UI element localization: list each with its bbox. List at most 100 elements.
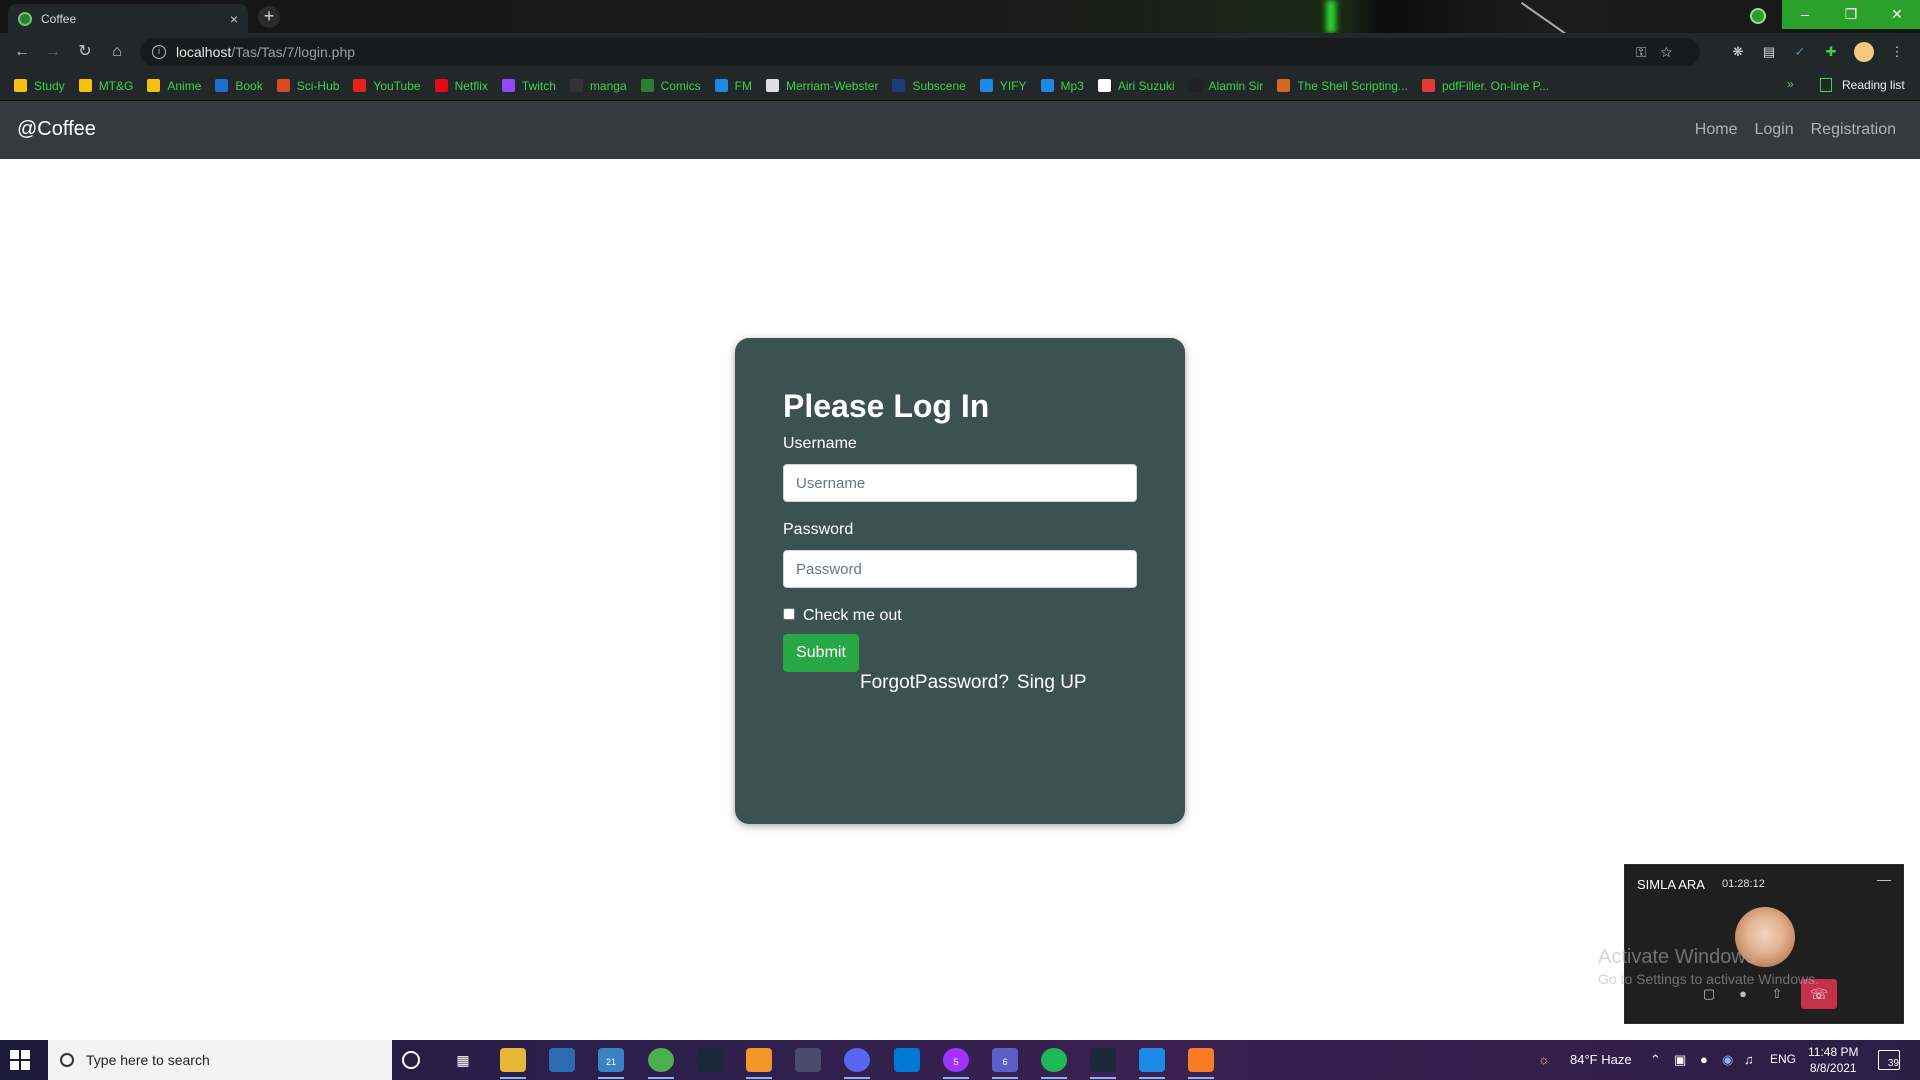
extension-card-icon[interactable]: ▤ — [1759, 42, 1779, 62]
browser-tab[interactable]: Coffee × — [8, 4, 248, 33]
nav-links: Home Login Registration — [1678, 121, 1896, 139]
profile-avatar[interactable] — [1854, 42, 1874, 62]
vpn-tray-icon[interactable]: ◉ — [1722, 1052, 1733, 1068]
spotify-icon[interactable] — [1041, 1048, 1067, 1079]
submit-button[interactable]: Submit — [783, 634, 859, 672]
bookmark-label: Mp3 — [1060, 78, 1084, 93]
forgot-password-link[interactable]: ForgotPassword? — [860, 672, 1009, 693]
messenger-icon[interactable]: 5 — [943, 1048, 969, 1079]
bookmark-netflix[interactable]: Netflix — [434, 79, 488, 93]
cortana-icon[interactable] — [402, 1051, 420, 1069]
sublime-text-icon[interactable] — [746, 1048, 772, 1079]
bookmark-mtg[interactable]: MT&G — [78, 79, 133, 93]
virtualbox-icon[interactable] — [795, 1048, 821, 1072]
window-minimize-button[interactable]: – — [1782, 0, 1828, 29]
check-me-out-checkbox[interactable] — [783, 608, 795, 620]
bookmark-twitch[interactable]: Twitch — [501, 79, 556, 93]
reload-icon[interactable]: ↻ — [75, 42, 95, 62]
tab-title: Coffee — [41, 11, 77, 26]
system-clock[interactable]: 11:48 PM 8/8/2021 — [1808, 1044, 1858, 1076]
nav-registration[interactable]: Registration — [1811, 121, 1896, 139]
site-info-icon[interactable]: i — [152, 45, 166, 59]
nav-home[interactable]: Home — [1695, 121, 1738, 139]
steam-icon[interactable] — [697, 1048, 723, 1072]
browser-menu-icon[interactable]: ⋮ — [1887, 42, 1907, 62]
home-icon[interactable]: ⌂ — [107, 42, 127, 62]
notification-center-icon[interactable]: 39 — [1878, 1050, 1900, 1070]
mail-icon[interactable]: 21 — [598, 1048, 624, 1079]
vpn-extension-icon[interactable] — [1750, 8, 1766, 24]
steam-client-icon[interactable] — [1090, 1048, 1116, 1079]
network-icon[interactable]: ▣ — [1674, 1052, 1686, 1068]
check-me-out-label[interactable]: Check me out — [803, 607, 902, 625]
taskbar-search-box[interactable]: Type here to search — [48, 1040, 392, 1080]
extension-brain-icon[interactable]: ❋ — [1728, 42, 1748, 62]
bookmark-study[interactable]: Study — [14, 79, 65, 93]
play-icon — [714, 79, 728, 92]
omnibox-key-star-icons[interactable]: ⚿☆ — [1636, 44, 1686, 61]
address-bar[interactable]: i localhost/Tas/Tas/7/login.php ⚿☆ — [140, 38, 1700, 66]
bookmarks-overflow-icon[interactable]: » — [1787, 77, 1794, 91]
bookmark-anime[interactable]: Anime — [147, 79, 201, 93]
username-input[interactable] — [783, 464, 1137, 502]
microsoft-store-icon[interactable] — [549, 1048, 575, 1072]
bookmark-airi-suzuki[interactable]: Airi Suzuki — [1097, 79, 1175, 93]
activate-windows-watermark: Activate Windows Go to Settings to activ… — [1598, 946, 1819, 987]
bookmark-scihub[interactable]: Sci-Hub — [276, 79, 339, 93]
tray-chevron-icon[interactable]: ⌃ — [1650, 1052, 1661, 1068]
window-restore-button[interactable]: ❐ — [1828, 0, 1874, 29]
password-input[interactable] — [783, 550, 1137, 588]
username-label: Username — [783, 435, 857, 452]
bookmarks-bar: Study MT&G Anime Book Sci-Hub YouTube Ne… — [0, 71, 1920, 101]
bookmark-yify[interactable]: YIFY — [979, 79, 1027, 93]
vscode-icon[interactable] — [1139, 1048, 1165, 1079]
bookmark-label: manga — [589, 78, 627, 93]
folder-icon — [14, 79, 27, 92]
window-close-button[interactable]: ✕ — [1874, 0, 1920, 29]
windows-taskbar: Type here to search ▦ 21 5 6 ☼ 84°F Haze… — [0, 1040, 1920, 1080]
task-view-icon[interactable]: ▦ — [450, 1048, 476, 1072]
bookmark-merriam-webster[interactable]: Merriam-Webster — [765, 79, 878, 93]
onedrive-icon[interactable] — [894, 1048, 920, 1072]
bookmark-shell-scripting[interactable]: The Shell Scripting... — [1277, 79, 1408, 93]
back-arrow-icon[interactable]: ← — [12, 42, 32, 62]
tab-close-icon[interactable]: × — [230, 11, 238, 27]
bookmark-fm[interactable]: FM — [714, 79, 752, 93]
merriam-webster-icon — [765, 79, 779, 92]
bookmark-comics[interactable]: Comics — [640, 79, 701, 93]
volume-icon[interactable]: ♫ — [1744, 1052, 1754, 1067]
weather-icon[interactable]: ☼ — [1538, 1052, 1550, 1067]
brand-link[interactable]: @Coffee — [17, 118, 96, 141]
bookmark-book[interactable]: Book — [215, 78, 263, 93]
nav-login[interactable]: Login — [1754, 121, 1793, 139]
wallpaper-glow — [1326, 0, 1336, 33]
bookmark-alamin-sir[interactable]: Alamin Sir — [1188, 79, 1263, 93]
sign-up-link[interactable]: Sing UP — [1017, 672, 1087, 693]
discord-icon[interactable] — [844, 1048, 870, 1079]
tray-mic-icon[interactable]: ● — [1700, 1052, 1708, 1067]
language-indicator[interactable]: ENG — [1770, 1052, 1796, 1066]
bookmark-mp3[interactable]: Mp3 — [1040, 78, 1084, 93]
bookmark-label: Book — [235, 78, 263, 93]
book-cover-icon — [1277, 79, 1291, 92]
forward-arrow-icon[interactable]: → — [43, 42, 63, 62]
bookmark-youtube[interactable]: YouTube — [353, 79, 421, 93]
download-icon — [1040, 79, 1054, 92]
bookmark-subscene[interactable]: Subscene — [892, 79, 966, 93]
coffee-favicon-icon — [18, 11, 32, 26]
windows-start-icon[interactable] — [10, 1050, 30, 1070]
reading-list-button[interactable]: Reading list — [1820, 78, 1905, 92]
chrome-icon[interactable] — [648, 1048, 674, 1079]
xampp-icon[interactable] — [1188, 1048, 1214, 1079]
bookmark-pdffiller[interactable]: pdfFiller. On-line P... — [1421, 79, 1549, 93]
yify-icon — [979, 79, 993, 92]
call-minimize-button[interactable]: — — [1877, 871, 1891, 887]
call-overlay: SIMLA ARA 01:28:12 — ▢ ● ⇧ ☏ — [1624, 864, 1904, 1024]
weather-text[interactable]: 84°F Haze — [1570, 1052, 1632, 1067]
file-explorer-icon[interactable] — [500, 1048, 526, 1079]
extension-v-icon[interactable]: ✓ — [1790, 42, 1810, 62]
teams-icon[interactable]: 6 — [992, 1048, 1018, 1079]
bookmark-manga[interactable]: manga — [569, 78, 627, 93]
new-tab-button[interactable]: + — [258, 6, 280, 28]
extensions-puzzle-icon[interactable]: ✚ — [1821, 42, 1841, 62]
